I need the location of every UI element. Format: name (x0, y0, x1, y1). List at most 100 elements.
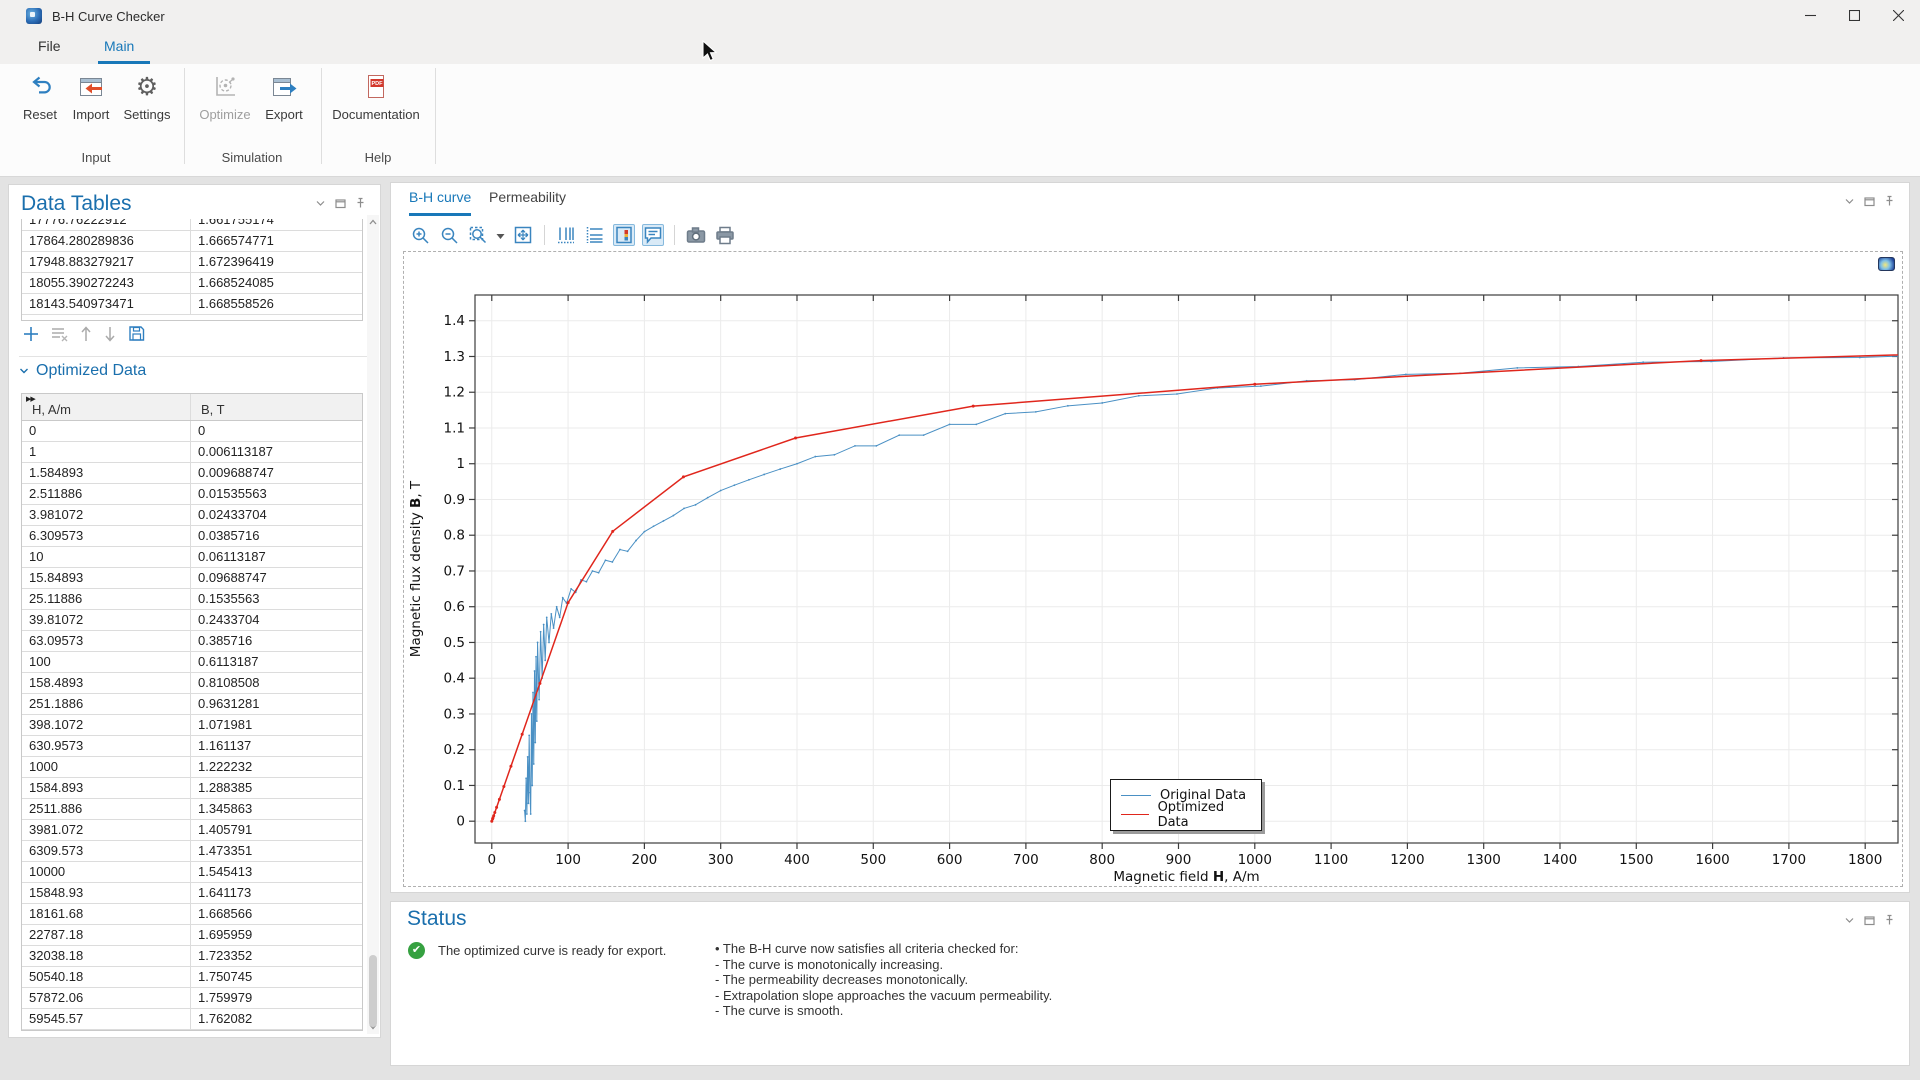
table-row[interactable]: 18055.3902722431.668524085 (22, 273, 362, 294)
table-row[interactable]: 17776.762229121.661755174 (22, 219, 362, 231)
table-cell[interactable]: 1.759979 (191, 988, 362, 1008)
table-row[interactable]: 630.95731.161137 (22, 736, 362, 757)
x-log-axis-icon[interactable] (555, 224, 577, 246)
table-row[interactable]: 6309.5731.473351 (22, 841, 362, 862)
table-row[interactable]: 398.10721.071981 (22, 715, 362, 736)
table-row[interactable]: 100.06113187 (22, 547, 362, 568)
table-cell[interactable]: 158.4893 (22, 673, 191, 693)
settings-button[interactable]: ⚙ Settings (115, 70, 179, 136)
table-cell[interactable]: 0.009688747 (191, 463, 362, 483)
column-header-b[interactable]: B, T (191, 394, 362, 420)
table-row[interactable]: 39.810720.2433704 (22, 610, 362, 631)
table-cell[interactable]: 59545.57 (22, 1009, 191, 1029)
save-table-icon[interactable] (128, 325, 145, 342)
optimized-data-section-header[interactable]: Optimized Data (19, 362, 146, 380)
table-cell[interactable]: 0.2433704 (191, 610, 362, 630)
table-cell[interactable]: 0.9631281 (191, 694, 362, 714)
zoom-dropdown-caret-icon[interactable] (496, 228, 505, 243)
y-log-axis-icon[interactable] (584, 224, 606, 246)
table-row[interactable]: 15.848930.09688747 (22, 568, 362, 589)
tab-permeability[interactable]: Permeability (489, 189, 566, 213)
menu-main[interactable]: Main (104, 38, 134, 54)
input-data-table[interactable]: 17776.762229121.66175517417864.280289836… (21, 219, 363, 321)
table-cell[interactable]: 0.01535563 (191, 484, 362, 504)
table-row[interactable]: 50540.181.750745 (22, 967, 362, 988)
table-cell[interactable]: 1.641173 (191, 883, 362, 903)
table-cell[interactable]: 6.309573 (22, 526, 191, 546)
table-cell[interactable]: 18143.540973471 (22, 294, 191, 314)
legend[interactable]: Original Data Optimized Data (1110, 779, 1262, 831)
panel-pin-icon[interactable] (355, 197, 366, 212)
move-down-icon[interactable] (104, 326, 116, 342)
table-cell[interactable]: 1.405791 (191, 820, 362, 840)
table-row[interactable]: 18161.681.668566 (22, 904, 362, 925)
table-cell[interactable]: 1.672396419 (191, 252, 362, 272)
panel-pin-icon[interactable] (1884, 914, 1895, 929)
table-cell[interactable]: 0 (22, 421, 191, 441)
table-cell[interactable]: 0.02433704 (191, 505, 362, 525)
table-cell[interactable]: 0.09688747 (191, 568, 362, 588)
panel-float-icon[interactable] (1864, 914, 1875, 929)
table-cell[interactable]: 1.668566 (191, 904, 362, 924)
optimized-data-table[interactable]: ▶▶ H, A/m B, T 0010.0061131871.5848930.0… (21, 393, 363, 1031)
table-cell[interactable]: 17776.76222912 (22, 219, 191, 230)
table-row[interactable]: 2.5118860.01535563 (22, 484, 362, 505)
table-row[interactable]: 1584.8931.288385 (22, 778, 362, 799)
table-cell[interactable]: 17948.883279217 (22, 252, 191, 272)
panel-pin-icon[interactable] (1884, 195, 1895, 210)
table-cell[interactable]: 15848.93 (22, 883, 191, 903)
table-cell[interactable]: 1000 (22, 757, 191, 777)
table-row[interactable]: 25.118860.1535563 (22, 589, 362, 610)
import-button[interactable]: Import (59, 70, 123, 136)
close-button[interactable] (1876, 0, 1920, 31)
plot-group-icon[interactable] (1878, 257, 1895, 271)
table-cell[interactable]: 1.750745 (191, 967, 362, 987)
table-cell[interactable]: 57872.06 (22, 988, 191, 1008)
export-button[interactable]: Export (252, 70, 316, 136)
table-row[interactable]: 59545.571.762082 (22, 1009, 362, 1030)
table-row[interactable]: 10.006113187 (22, 442, 362, 463)
table-cell[interactable]: 18055.390272243 (22, 273, 191, 293)
print-icon[interactable] (714, 224, 736, 246)
table-cell[interactable]: 0.1535563 (191, 589, 362, 609)
documentation-button[interactable]: PDF Documentation (330, 70, 422, 136)
table-cell[interactable]: 1.762082 (191, 1009, 362, 1029)
table-cell[interactable]: 0.006113187 (191, 442, 362, 462)
snapshot-camera-icon[interactable] (685, 224, 707, 246)
zoom-extents-icon[interactable] (512, 224, 534, 246)
table-cell[interactable]: 25.11886 (22, 589, 191, 609)
table-cell[interactable]: 0.385716 (191, 631, 362, 651)
table-cell[interactable]: 10 (22, 547, 191, 567)
table-cell[interactable]: 630.9573 (22, 736, 191, 756)
table-row[interactable]: 100001.545413 (22, 862, 362, 883)
table-cell[interactable]: 15.84893 (22, 568, 191, 588)
table-row[interactable]: 57872.061.759979 (22, 988, 362, 1009)
column-header-h[interactable]: H, A/m (22, 394, 191, 420)
table-cell[interactable]: 1 (22, 442, 191, 462)
panel-collapse-chevron-icon[interactable] (1844, 914, 1855, 929)
legend-toggle-icon[interactable] (613, 224, 635, 246)
table-cell[interactable]: 32038.18 (22, 946, 191, 966)
table-cell[interactable]: 1.222232 (191, 757, 362, 777)
tooltip-toggle-icon[interactable] (642, 224, 664, 246)
delete-rows-icon[interactable] (51, 326, 68, 342)
table-row[interactable]: 63.095730.385716 (22, 631, 362, 652)
table-cell[interactable]: 1.695959 (191, 925, 362, 945)
table-row[interactable]: 18143.5409734711.668558526 (22, 294, 362, 315)
move-up-icon[interactable] (80, 326, 92, 342)
table-row[interactable]: 17948.8832792171.672396419 (22, 252, 362, 273)
table-cell[interactable]: 1.661755174 (191, 219, 362, 230)
table-cell[interactable]: 3981.072 (22, 820, 191, 840)
table-cell[interactable]: 0 (191, 421, 362, 441)
table-row[interactable]: 251.18860.9631281 (22, 694, 362, 715)
table-row[interactable]: 00 (22, 421, 362, 442)
table-cell[interactable]: 1584.893 (22, 778, 191, 798)
table-cell[interactable]: 1.161137 (191, 736, 362, 756)
table-cell[interactable]: 1.723352 (191, 946, 362, 966)
table-cell[interactable]: 1.288385 (191, 778, 362, 798)
table-cell[interactable]: 18161.68 (22, 904, 191, 924)
scrollbar-thumb[interactable] (369, 955, 377, 1027)
table-cell[interactable]: 100 (22, 652, 191, 672)
table-cell[interactable]: 1.666574771 (191, 231, 362, 251)
table-row[interactable]: 2511.8861.345863 (22, 799, 362, 820)
